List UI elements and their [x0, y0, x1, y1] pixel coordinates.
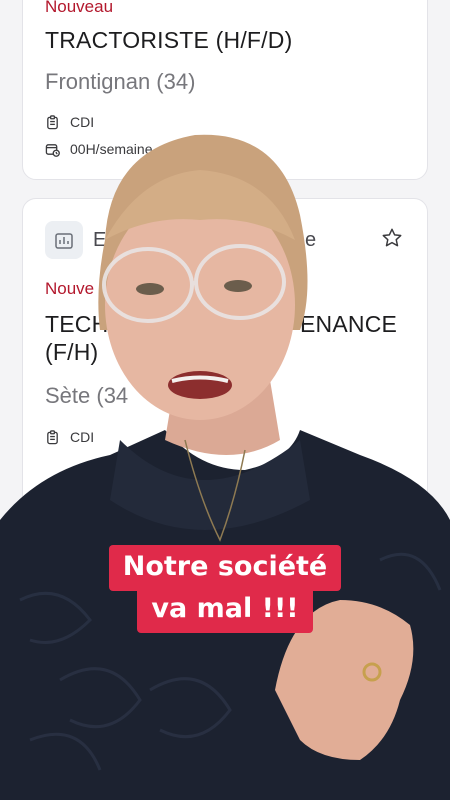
new-badge: Nouveau [45, 0, 114, 16]
video-caption: Notre société va mal !!! [0, 545, 450, 633]
contract-row: CDI [45, 429, 94, 445]
job-title-end: ENANCE [300, 311, 398, 337]
caption-line-1: Notre société [108, 545, 342, 591]
weekly-hours: 00H/semaine [70, 141, 153, 157]
clipboard-icon [47, 114, 58, 129]
building-icon [55, 233, 73, 249]
job-title-line2: (F/H) [45, 339, 99, 365]
contract-row: CDI [45, 114, 94, 130]
job-location: Frontignan (34) [45, 69, 196, 94]
job-card-tractoriste[interactable]: Nouveau TRACTORISTE (H/F/D) Frontignan (… [22, 0, 428, 180]
contract-type: CDI [70, 114, 95, 130]
clipboard-icon [47, 429, 58, 444]
job-location: Sète (34 [45, 383, 129, 408]
contract-type: CDI [70, 429, 95, 445]
company-name-end: e [305, 229, 317, 251]
new-badge: Nouve [45, 279, 95, 298]
star-icon[interactable] [381, 227, 403, 249]
calendar-clock-icon [45, 143, 60, 157]
company-name-start: E [93, 229, 107, 251]
hours-row: 00H/semaine [45, 141, 153, 157]
caption-line-2: va mal !!! [137, 587, 313, 633]
company-logo [45, 221, 83, 259]
job-card-technician[interactable]: E e Nouve TECH ENANCE (F/H) Sète (34 CDI [22, 198, 428, 528]
job-title: TRACTORISTE (H/F/D) [45, 27, 293, 53]
